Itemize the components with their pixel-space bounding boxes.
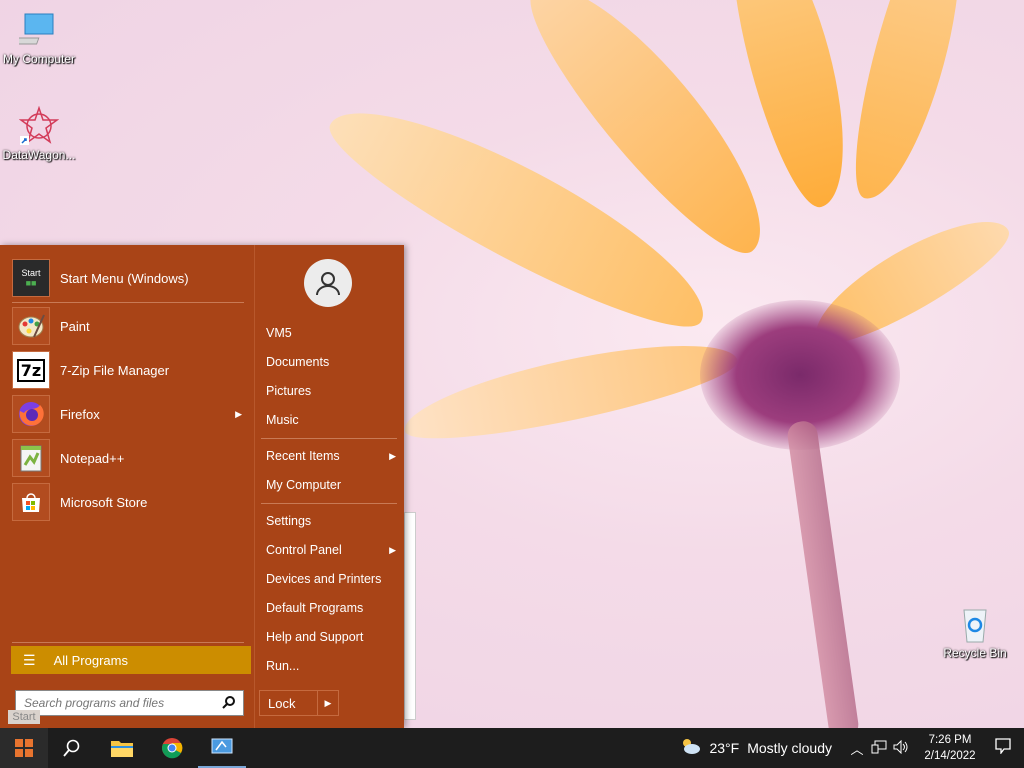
program-label: Microsoft Store (60, 494, 148, 510)
system-tray: 23°F Mostly cloudy ︿ 7:26 PM 2/14/2022 (679, 728, 1024, 768)
desktop-icon-label: My Computer (2, 52, 76, 66)
taskbar: 23°F Mostly cloudy ︿ 7:26 PM 2/14/2022 (0, 728, 1024, 768)
taskbar-search-button[interactable] (48, 728, 96, 768)
all-programs-button[interactable]: ☰ All Programs (11, 646, 251, 674)
menu-item-default-programs[interactable]: Default Programs (266, 596, 400, 620)
menu-item-run[interactable]: Run... (266, 654, 400, 678)
menu-item-recent-items[interactable]: Recent Items ▶ (266, 444, 400, 468)
submenu-arrow-icon: ▶ (389, 450, 396, 461)
desktop-icon-label: Recycle Bin (943, 646, 1007, 660)
recycle-bin-icon (955, 604, 995, 644)
program-label: Paint (60, 318, 90, 334)
shutdown-options-arrow-icon[interactable]: ▶ (317, 691, 338, 715)
paint-icon (12, 307, 50, 345)
clock-time: 7:26 PM (928, 734, 972, 746)
menu-item-label: Help and Support (266, 630, 364, 644)
program-paint[interactable]: Paint (12, 306, 248, 346)
chevron-up-icon[interactable]: ︿ (846, 739, 868, 758)
menu-item-label: Default Programs (266, 601, 364, 615)
separator (261, 503, 397, 504)
menu-item-label: Pictures (266, 384, 312, 398)
firefox-icon (12, 395, 50, 433)
menu-item-label: My Computer (266, 478, 342, 492)
start-tooltip: Start (8, 710, 40, 724)
program-label: 7-Zip File Manager (60, 362, 170, 378)
separator (261, 438, 397, 439)
menu-item-settings[interactable]: Settings (266, 509, 400, 533)
store-icon (12, 483, 50, 521)
pinned-start-menu-windows[interactable]: Start ■■ Start Menu (Windows) (12, 258, 248, 298)
menu-item-documents[interactable]: Documents (266, 350, 400, 374)
separator (12, 302, 244, 303)
lock-button[interactable]: Lock ▶ (259, 690, 339, 716)
start-menu-icon: Start ■■ (12, 259, 50, 297)
desktop-icon-recycle-bin[interactable]: Recycle Bin (937, 604, 1013, 660)
start-menu-left-pane: Start ■■ Start Menu (Windows) Paint 7z 7… (0, 245, 254, 728)
submenu-arrow-icon: ▶ (235, 408, 242, 419)
start-menu: Start ■■ Start Menu (Windows) Paint 7z 7… (0, 245, 404, 728)
network-icon[interactable] (868, 740, 890, 757)
7zip-icon: 7z (12, 351, 50, 389)
flower-stem (785, 419, 861, 728)
background-window-edge (404, 512, 416, 720)
submenu-arrow-icon: ▶ (389, 544, 396, 555)
menu-item-control-panel[interactable]: Control Panel ▶ (266, 538, 400, 562)
program-notepadpp[interactable]: Notepad++ (12, 438, 248, 478)
remote-desktop-icon (211, 738, 233, 754)
program-label: Notepad++ (60, 450, 125, 466)
program-label: Firefox (60, 406, 100, 422)
weather-desc[interactable]: Mostly cloudy (747, 740, 832, 756)
program-7zip[interactable]: 7z 7-Zip File Manager (12, 350, 248, 390)
weather-icon[interactable] (679, 737, 701, 760)
menu-item-label: Control Panel (266, 543, 342, 557)
menu-item-devices-printers[interactable]: Devices and Printers (266, 567, 400, 591)
taskbar-remote-app[interactable] (198, 728, 246, 768)
datawagon-icon (18, 105, 60, 146)
menu-item-label: Recent Items (266, 449, 340, 463)
program-microsoft-store[interactable]: Microsoft Store (12, 482, 248, 522)
separator (12, 642, 244, 643)
user-avatar[interactable] (304, 259, 352, 307)
list-icon: ☰ (23, 651, 36, 668)
search-input[interactable] (22, 695, 222, 711)
search-box[interactable] (15, 690, 244, 716)
menu-item-help-support[interactable]: Help and Support (266, 625, 400, 649)
user-icon (316, 272, 340, 296)
computer-icon (15, 10, 59, 50)
program-firefox[interactable]: Firefox ▶ (12, 394, 248, 434)
menu-item-my-computer[interactable]: My Computer (266, 473, 400, 497)
menu-item-label: Settings (266, 514, 312, 528)
start-button[interactable] (0, 728, 48, 768)
clock[interactable]: 7:26 PM 2/14/2022 (918, 732, 982, 764)
windows-logo-icon (15, 739, 33, 757)
volume-icon[interactable] (890, 739, 912, 757)
flower-petal (397, 325, 743, 455)
desktop-icon-label: DataWagon... (2, 148, 76, 162)
menu-item-pictures[interactable]: Pictures (266, 379, 400, 403)
flower-petal (837, 0, 983, 209)
menu-item-label: Run... (266, 659, 300, 673)
menu-item-vm5[interactable]: VM5 (266, 321, 400, 345)
menu-item-label: Music (266, 413, 299, 427)
desktop-icon-datawagon[interactable]: DataWagon... (1, 105, 77, 162)
search-icon (63, 739, 80, 757)
notification-icon[interactable] (982, 737, 1024, 759)
menu-item-music[interactable]: Music (266, 408, 400, 432)
chrome-icon (162, 738, 183, 759)
lock-label: Lock (268, 695, 296, 711)
notepadpp-icon (12, 439, 50, 477)
all-programs-label: All Programs (53, 652, 128, 668)
menu-item-label: Devices and Printers (266, 572, 382, 586)
taskbar-chrome[interactable] (148, 728, 196, 768)
clock-date: 2/14/2022 (924, 750, 976, 762)
search-icon[interactable] (222, 695, 236, 712)
folder-icon (111, 741, 133, 757)
start-menu-right-pane: VM5 Documents Pictures Music Recent Item… (254, 245, 405, 728)
taskbar-file-explorer[interactable] (98, 728, 146, 768)
program-label: Start Menu (Windows) (60, 270, 189, 286)
menu-item-label: VM5 (266, 326, 292, 340)
desktop-icon-my-computer[interactable]: My Computer (1, 10, 77, 66)
menu-item-label: Documents (266, 355, 330, 369)
weather-temp[interactable]: 23°F (709, 740, 739, 756)
